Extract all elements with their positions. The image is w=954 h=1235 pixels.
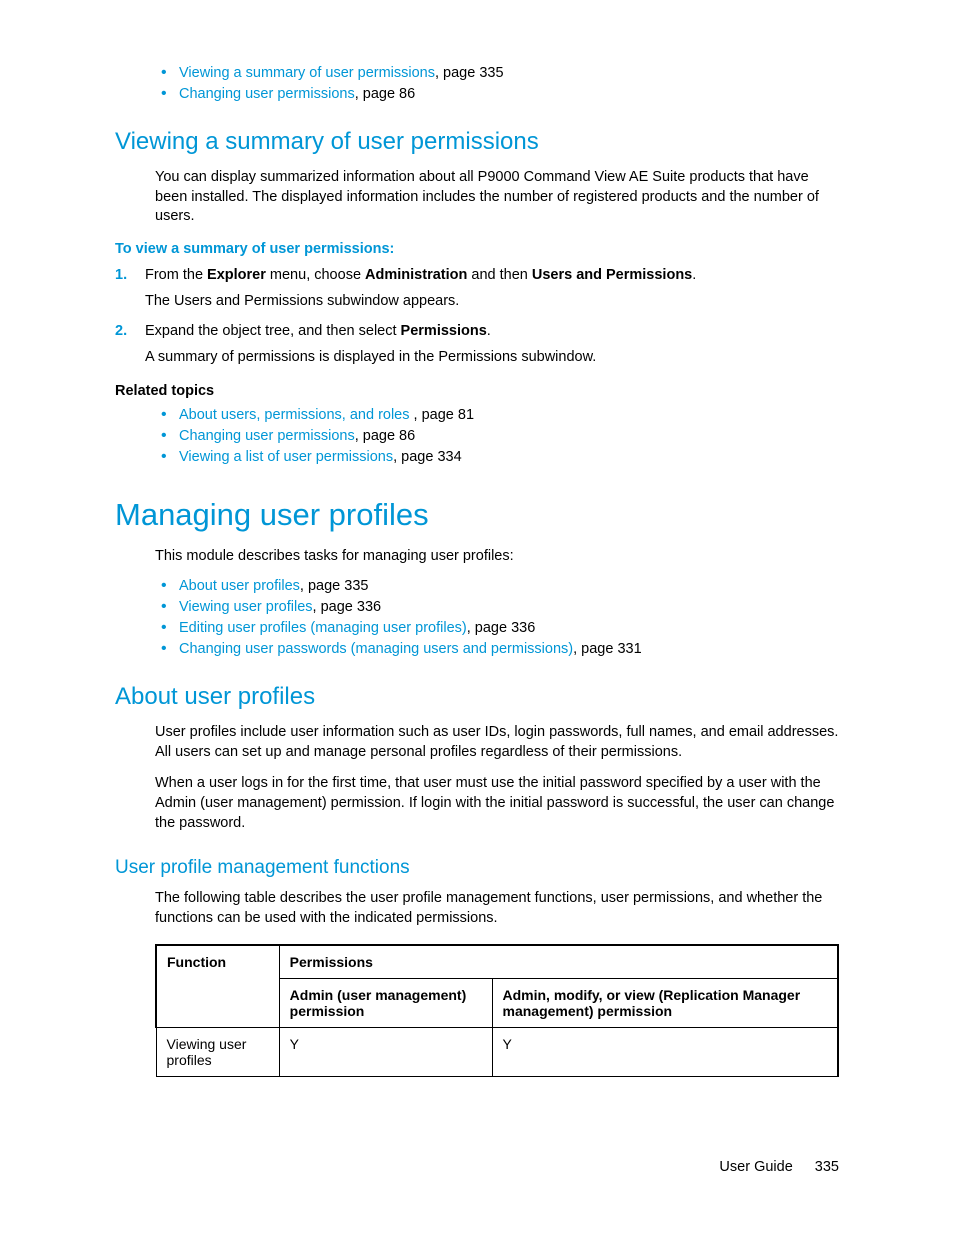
ui-term: Explorer [207,267,266,283]
paragraph: This module describes tasks for managing… [155,547,839,567]
link-about-profiles[interactable]: About user profiles [179,578,300,594]
link-editing-profiles[interactable]: Editing user profiles (managing user pro… [179,620,467,636]
heading-viewing-summary: Viewing a summary of user permissions [115,128,839,156]
heading-profile-functions: User profile management functions [115,857,839,879]
step-text: menu, choose [266,267,365,283]
page-footer: User Guide 335 [719,1159,839,1175]
th-replic: Admin, modify, or view (Replication Mana… [492,979,838,1028]
step-text: Expand the object tree, and then select [145,323,401,339]
step-text: . [487,323,491,339]
link-suffix: , page 335 [435,65,504,81]
link-suffix: , page 336 [467,620,536,636]
th-function: Function [156,945,279,1028]
list-item: About users, permissions, and roles , pa… [155,407,839,423]
link-suffix: , page 335 [300,578,369,594]
heading-about-profiles: About user profiles [115,683,839,711]
link-suffix: , page 86 [355,428,415,444]
step-text: . [692,267,696,283]
heading-managing-profiles: Managing user profiles [115,497,839,533]
link-suffix: , page 86 [355,86,415,102]
link-suffix: , page 336 [313,599,382,615]
ui-term: Users and Permissions [532,267,692,283]
link-changing-permissions[interactable]: Changing user permissions [179,428,355,444]
ui-term: Administration [365,267,467,283]
list-item: Editing user profiles (managing user pro… [155,620,839,636]
paragraph: The following table describes the user p… [155,889,839,928]
related-topics-list: About users, permissions, and roles , pa… [155,407,839,465]
list-item: Viewing a list of user permissions, page… [155,449,839,465]
step-1: From the Explorer menu, choose Administr… [115,267,839,309]
footer-label: User Guide [719,1159,792,1175]
step-text: From the [145,267,207,283]
paragraph: User profiles include user information s… [155,723,839,762]
link-changing-passwords[interactable]: Changing user passwords (managing users … [179,641,573,657]
link-viewing-profiles[interactable]: Viewing user profiles [179,599,313,615]
procedure-steps: From the Explorer menu, choose Administr… [115,267,839,365]
link-suffix: , page 331 [573,641,642,657]
top-related-list: Viewing a summary of user permissions, p… [155,65,839,102]
th-admin: Admin (user management) permission [279,979,492,1028]
step-text: and then [467,267,532,283]
td-admin: Y [279,1028,492,1077]
list-item: Viewing user profiles, page 336 [155,599,839,615]
step-result: A summary of permissions is displayed in… [145,349,839,365]
link-suffix: , page 81 [414,407,474,423]
th-permissions: Permissions [279,945,838,979]
list-item: Changing user permissions, page 86 [155,428,839,444]
list-item: Viewing a summary of user permissions, p… [155,65,839,81]
related-topics-heading: Related topics [115,383,839,399]
td-func: Viewing user profiles [156,1028,279,1077]
paragraph: When a user logs in for the first time, … [155,774,839,833]
paragraph: You can display summarized information a… [155,168,839,227]
page-number: 335 [815,1159,839,1175]
step-2: Expand the object tree, and then select … [115,323,839,365]
list-item: Changing user permissions, page 86 [155,86,839,102]
td-replic: Y [492,1028,838,1077]
list-item: Changing user passwords (managing users … [155,641,839,657]
ui-term: Permissions [401,323,487,339]
link-viewing-list[interactable]: Viewing a list of user permissions [179,449,393,465]
link-changing-permissions[interactable]: Changing user permissions [179,86,355,102]
link-viewing-summary[interactable]: Viewing a summary of user permissions [179,65,435,81]
permissions-table: Function Permissions Admin (user managem… [155,944,839,1077]
manage-links-list: About user profiles, page 335 Viewing us… [155,578,839,657]
link-suffix: , page 334 [393,449,462,465]
list-item: About user profiles, page 335 [155,578,839,594]
step-result: The Users and Permissions subwindow appe… [145,293,839,309]
procedure-title: To view a summary of user permissions: [115,241,839,257]
link-about-users[interactable]: About users, permissions, and roles [179,407,414,423]
